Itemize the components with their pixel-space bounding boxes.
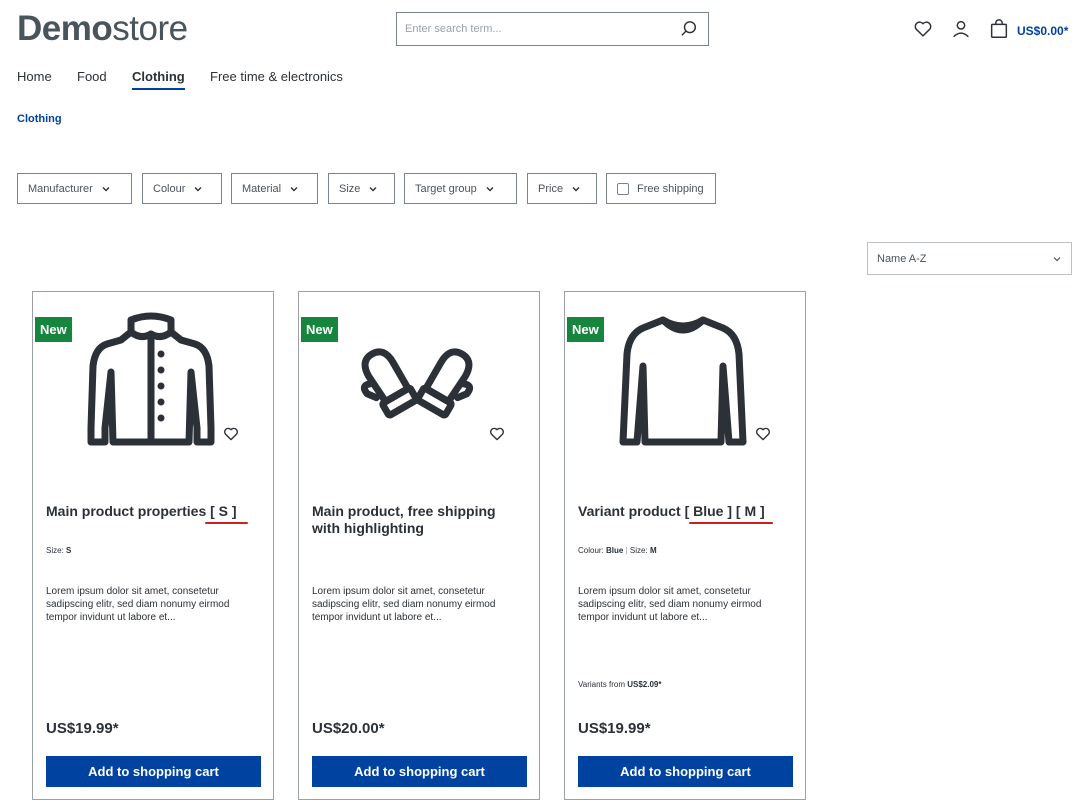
chevron-down-icon xyxy=(369,186,377,191)
product-title[interactable]: Main product properties [ S ] xyxy=(46,503,258,520)
filter-target-group[interactable]: Target group xyxy=(404,173,517,204)
heart-icon xyxy=(224,427,238,441)
add-to-cart-button[interactable]: Add to shopping cart xyxy=(578,756,793,787)
product-card: New Variant product [ Blue ] [ M ] Colou… xyxy=(564,291,806,800)
product-title[interactable]: Variant product [ Blue ] [ M ] xyxy=(578,503,790,520)
shopping-bag-icon[interactable] xyxy=(988,18,1010,40)
property-value: S xyxy=(66,546,72,555)
filter-material[interactable]: Material xyxy=(231,173,318,204)
product-description: Lorem ipsum dolor sit amet, consetetur s… xyxy=(46,586,230,623)
property-value: Blue xyxy=(606,546,624,555)
chevron-down-icon xyxy=(102,186,110,191)
add-to-cart-button[interactable]: Add to shopping cart xyxy=(312,756,527,787)
wishlist-heart-icon[interactable] xyxy=(912,18,934,40)
filter-label: Colour xyxy=(153,182,186,195)
nav-item-food[interactable]: Food xyxy=(77,69,107,84)
chevron-down-icon xyxy=(1053,256,1061,261)
new-badge: New xyxy=(567,317,604,342)
variants-label: Variants from xyxy=(578,680,625,689)
product-price: US$19.99* xyxy=(46,720,119,737)
variants-price: US$2.09* xyxy=(627,680,662,689)
jacket-icon[interactable] xyxy=(81,310,221,455)
product-description: Lorem ipsum dolor sit amet, consetetur s… xyxy=(312,586,496,623)
nav-item-home[interactable]: Home xyxy=(17,69,52,84)
free-shipping-checkbox[interactable] xyxy=(617,182,629,195)
cart-total[interactable]: US$0.00* xyxy=(1017,24,1068,38)
nav-item-free-time-electronics[interactable]: Free time & electronics xyxy=(210,69,343,84)
property-separator: | xyxy=(625,546,628,555)
search-input[interactable] xyxy=(397,13,683,45)
add-to-wishlist-button[interactable] xyxy=(218,421,244,447)
add-to-wishlist-button[interactable] xyxy=(484,421,510,447)
property-label: Size: xyxy=(629,546,648,555)
add-to-wishlist-button[interactable] xyxy=(750,421,776,447)
filter-label: Target group xyxy=(415,182,477,195)
free-shipping-label: Free shipping xyxy=(637,182,704,195)
sort-selected-value: Name A-Z xyxy=(877,252,927,265)
filter-price[interactable]: Price xyxy=(527,173,597,204)
chevron-down-icon xyxy=(194,186,202,191)
breadcrumb[interactable]: Clothing xyxy=(17,113,62,125)
account-icon[interactable] xyxy=(950,18,972,40)
chevron-down-icon xyxy=(290,186,298,191)
chevron-down-icon xyxy=(572,186,580,191)
nav-item-clothing[interactable]: Clothing xyxy=(132,69,185,84)
property-label: Colour: xyxy=(578,546,604,555)
store-logo[interactable]: Demostore xyxy=(17,9,188,49)
new-badge: New xyxy=(35,317,72,342)
filter-label: Material xyxy=(242,182,282,195)
product-properties: Colour: Blue | Size: M xyxy=(578,546,657,555)
filter-free-shipping[interactable]: Free shipping xyxy=(606,173,716,204)
product-card: New Main product properties [ S ] Size: … xyxy=(32,291,274,800)
mittens-icon[interactable] xyxy=(347,310,487,455)
filter-label: Price xyxy=(538,182,564,195)
filter-colour[interactable]: Colour xyxy=(142,173,222,204)
property-label: Size: xyxy=(46,546,64,555)
nav-active-indicator xyxy=(132,88,185,90)
product-properties: Size: S xyxy=(46,546,71,555)
logo-light-text: store xyxy=(112,9,188,48)
logo-bold-text: Demo xyxy=(17,9,113,48)
property-value: M xyxy=(649,546,657,555)
variants-from: Variants from US$2.09* xyxy=(578,680,661,689)
new-badge: New xyxy=(301,317,338,342)
product-price: US$19.99* xyxy=(578,720,651,737)
highlight-underline xyxy=(205,522,248,524)
chevron-down-icon xyxy=(486,186,494,191)
highlight-underline xyxy=(689,522,773,524)
filter-label: Manufacturer xyxy=(28,182,93,195)
product-title[interactable]: Main product, free shipping with highlig… xyxy=(312,503,524,537)
heart-icon xyxy=(756,427,770,441)
filter-label: Size xyxy=(339,182,361,195)
product-price: US$20.00* xyxy=(312,720,385,737)
filter-size[interactable]: Size xyxy=(328,173,395,204)
product-card: New Main product, free shipping with hig… xyxy=(298,291,540,800)
sort-select[interactable]: Name A-Z xyxy=(867,242,1072,275)
product-description: Lorem ipsum dolor sit amet, consetetur s… xyxy=(578,586,762,623)
add-to-cart-button[interactable]: Add to shopping cart xyxy=(46,756,261,787)
search-icon[interactable] xyxy=(680,20,698,38)
filter-manufacturer[interactable]: Manufacturer xyxy=(17,173,132,204)
sweater-icon[interactable] xyxy=(613,310,753,455)
heart-icon xyxy=(490,427,504,441)
search-box xyxy=(396,12,709,46)
